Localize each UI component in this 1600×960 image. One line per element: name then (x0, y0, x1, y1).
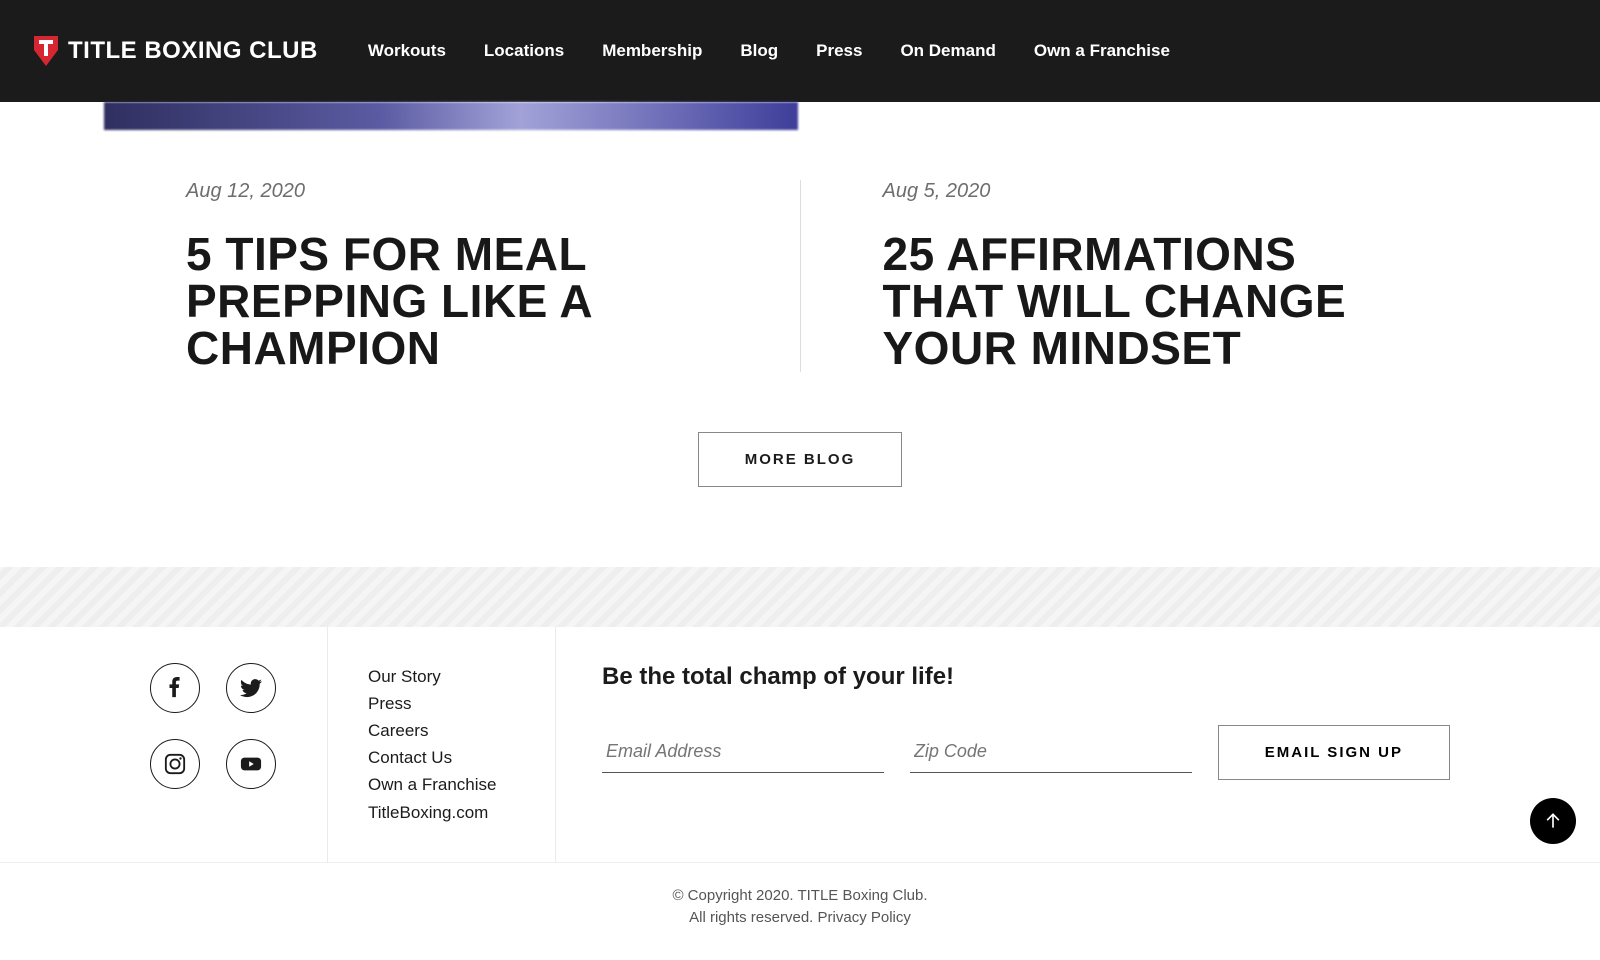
nav-press[interactable]: Press (816, 41, 862, 61)
primary-nav: Workouts Locations Membership Blog Press… (368, 41, 1170, 61)
instagram-icon[interactable] (150, 739, 200, 789)
more-blog-wrap: MORE BLOG (0, 432, 1600, 487)
footer-link-careers[interactable]: Careers (368, 717, 535, 744)
blog-card[interactable]: Aug 12, 2020 5 TIPS FOR MEAL PREPPING LI… (104, 180, 800, 372)
footer-link-our-story[interactable]: Our Story (368, 663, 535, 690)
brand-name: TITLE BOXING CLUB (68, 37, 318, 65)
copyright-text: © Copyright 2020. TITLE Boxing Club. (0, 885, 1600, 908)
footer-links: Our Story Press Careers Contact Us Own a… (328, 627, 556, 862)
blog-hero-image (104, 102, 798, 130)
email-signup-button[interactable]: EMAIL SIGN UP (1218, 725, 1450, 780)
brand-logo[interactable]: TITLE BOXING CLUB (34, 36, 318, 66)
footer-link-press[interactable]: Press (368, 690, 535, 717)
site-header: TITLE BOXING CLUB Workouts Locations Mem… (0, 0, 1600, 102)
footer-signup: Be the total champ of your life! EMAIL S… (556, 627, 1600, 862)
arrow-up-icon (1543, 811, 1563, 831)
blog-card[interactable]: Aug 5, 2020 25 AFFIRMATIONS THAT WILL CH… (800, 180, 1497, 372)
privacy-policy-link[interactable]: Privacy Policy (818, 909, 911, 926)
rights-text: All rights reserved. (689, 909, 817, 926)
nav-franchise[interactable]: Own a Franchise (1034, 41, 1170, 61)
footer-legal: © Copyright 2020. TITLE Boxing Club. All… (0, 863, 1600, 960)
nav-workouts[interactable]: Workouts (368, 41, 446, 61)
scroll-to-top-button[interactable] (1530, 798, 1576, 844)
footer-link-contact[interactable]: Contact Us (368, 744, 535, 771)
email-field[interactable] (602, 731, 884, 773)
twitter-icon[interactable] (226, 663, 276, 713)
footer-social (0, 627, 328, 862)
footer-link-titleboxing[interactable]: TitleBoxing.com (368, 799, 535, 826)
nav-on-demand[interactable]: On Demand (900, 41, 995, 61)
signup-heading: Be the total champ of your life! (602, 663, 1450, 691)
facebook-icon[interactable] (150, 663, 200, 713)
blog-row: Aug 12, 2020 5 TIPS FOR MEAL PREPPING LI… (104, 180, 1496, 372)
shield-t-icon (34, 36, 58, 66)
site-footer: Our Story Press Careers Contact Us Own a… (0, 627, 1600, 863)
nav-membership[interactable]: Membership (602, 41, 702, 61)
nav-blog[interactable]: Blog (740, 41, 778, 61)
more-blog-button[interactable]: MORE BLOG (698, 432, 903, 487)
zip-field[interactable] (910, 731, 1192, 773)
youtube-icon[interactable] (226, 739, 276, 789)
nav-locations[interactable]: Locations (484, 41, 564, 61)
blog-title: 5 TIPS FOR MEAL PREPPING LIKE A CHAMPION (186, 231, 718, 372)
diagonal-divider (0, 567, 1600, 627)
blog-date: Aug 5, 2020 (883, 180, 1415, 203)
blog-title: 25 AFFIRMATIONS THAT WILL CHANGE YOUR MI… (883, 231, 1415, 372)
blog-date: Aug 12, 2020 (186, 180, 718, 203)
footer-link-franchise[interactable]: Own a Franchise (368, 771, 535, 798)
